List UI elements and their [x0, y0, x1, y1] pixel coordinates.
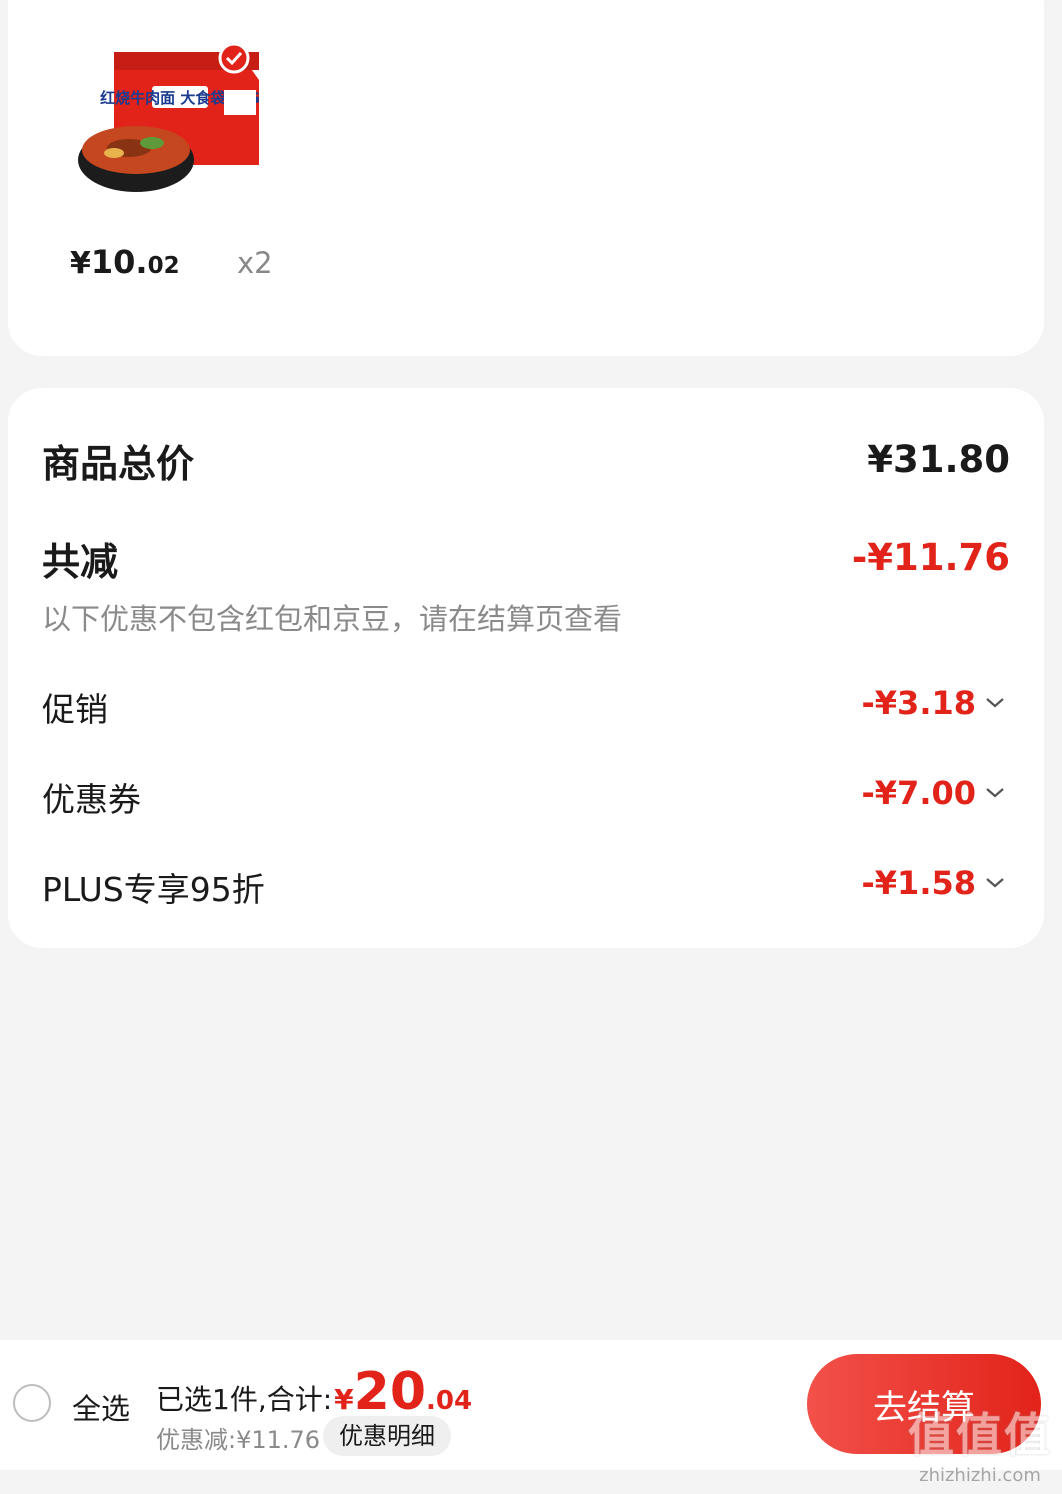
select-all-label[interactable]: 全选: [72, 1386, 130, 1428]
watermark: 值值值 zhizhizhi.com: [908, 1399, 1052, 1486]
checkout-bar: 全选 已选1件,合计: ¥ 20 .04 优惠减:¥11.76 优惠明细 去结算: [0, 1340, 1062, 1470]
selected-total: 已选1件,合计: ¥ 20 .04: [156, 1362, 472, 1422]
total-price-value: ¥31.80: [867, 438, 1010, 481]
promo-label: 促销: [42, 690, 108, 729]
discount-summary: 优惠减:¥11.76: [156, 1426, 321, 1454]
total-amount-main: 20: [353, 1362, 427, 1422]
total-currency: ¥: [334, 1383, 354, 1416]
price-cents: 02: [147, 253, 180, 279]
watermark-url: zhizhizhi.com: [919, 1465, 1041, 1486]
plus-row-value[interactable]: -¥1.58: [862, 864, 1005, 902]
total-price-label: 商品总价: [42, 442, 195, 486]
chevron-down-icon: [986, 788, 1004, 798]
watermark-logo: 值值值: [908, 1408, 1052, 1462]
coupon-label: 优惠券: [42, 780, 141, 819]
price-main: 10.: [90, 243, 148, 281]
discount-note: 以下优惠不包含红包和京豆，请在结算页查看: [42, 602, 623, 636]
price-currency: ¥: [70, 246, 91, 281]
price-summary-card: 商品总价 ¥31.80 共减 -¥11.76 以下优惠不包含红包和京豆，请在结算…: [8, 388, 1044, 948]
plus-discount-value: -¥1.58: [861, 864, 977, 902]
selected-count-label: 已选1件,合计:: [156, 1383, 333, 1416]
coupon-value: -¥7.00: [861, 774, 977, 812]
promo-row-value[interactable]: -¥3.18: [862, 684, 1005, 722]
total-reduce-value: -¥11.76: [851, 536, 1010, 579]
product-card: 红烧牛肉面 大食袋 BIG ¥10.02 x2: [8, 0, 1044, 356]
total-reduce-label: 共减: [42, 540, 119, 584]
product-price: ¥10.02: [70, 243, 180, 281]
product-quantity: x2: [237, 246, 273, 280]
plus-discount-label: PLUS专享95折: [42, 870, 265, 909]
select-all-radio[interactable]: [13, 1384, 51, 1422]
total-amount-cents: .04: [426, 1386, 473, 1416]
discount-detail-button[interactable]: 优惠明细: [323, 1416, 451, 1456]
coupon-row-value[interactable]: -¥7.00: [862, 774, 1005, 812]
product-image[interactable]: 红烧牛肉面 大食袋 BIG: [74, 40, 274, 200]
chevron-down-icon: [986, 878, 1004, 888]
promo-value: -¥3.18: [861, 684, 977, 722]
chevron-down-icon: [986, 698, 1004, 708]
